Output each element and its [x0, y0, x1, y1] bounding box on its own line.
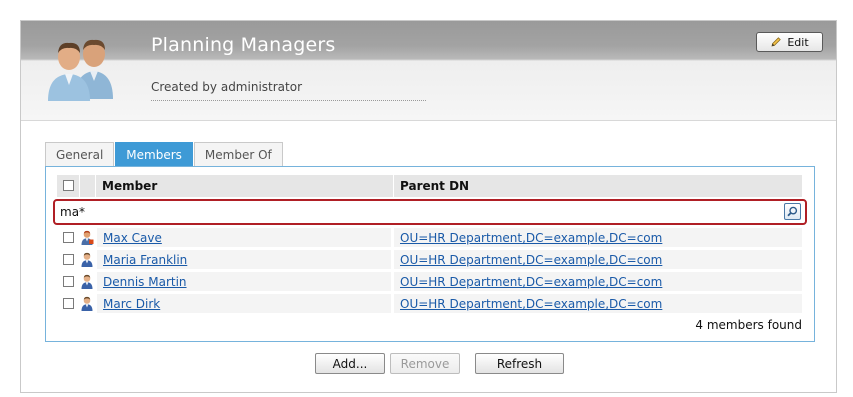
member-filter-box: [53, 199, 807, 225]
column-divider: [393, 175, 394, 197]
table-row: Max Cave OU=HR Department,DC=example,DC=…: [57, 227, 802, 248]
edit-button[interactable]: Edit: [756, 32, 823, 52]
column-header-member[interactable]: Member: [102, 179, 157, 193]
parent-dn-link[interactable]: OU=HR Department,DC=example,DC=com: [400, 275, 662, 289]
table-row: Dennis Martin OU=HR Department,DC=exampl…: [57, 271, 802, 292]
member-cell: Max Cave: [97, 228, 391, 247]
select-all-checkbox[interactable]: [63, 180, 74, 191]
members-table-header: Member Parent DN: [57, 175, 802, 197]
group-title: Planning Managers: [151, 34, 336, 56]
members-found-count: 4 members found: [695, 318, 802, 332]
row-checkbox[interactable]: [63, 298, 74, 309]
user-icon: [81, 296, 93, 311]
user-icon: [81, 274, 93, 289]
user-admin-icon: [81, 230, 94, 245]
member-link[interactable]: Marc Dirk: [103, 297, 160, 311]
member-cell: Maria Franklin: [97, 250, 391, 269]
add-member-button[interactable]: Add...: [315, 353, 385, 374]
parent-dn-link[interactable]: OU=HR Department,DC=example,DC=com: [400, 253, 662, 267]
row-checkbox[interactable]: [63, 254, 74, 265]
subtitle-divider: [151, 100, 426, 101]
user-icon: [81, 252, 93, 267]
parent-dn-link[interactable]: OU=HR Department,DC=example,DC=com: [400, 231, 662, 245]
group-users-icon: [48, 39, 113, 101]
edit-button-label: Edit: [787, 35, 809, 49]
member-link[interactable]: Maria Franklin: [103, 253, 187, 267]
refresh-button[interactable]: Refresh: [475, 353, 564, 374]
member-cell: Marc Dirk: [97, 294, 391, 313]
group-details-panel: Planning Managers Created by administrat…: [20, 20, 837, 393]
member-filter-input[interactable]: [60, 204, 760, 220]
row-checkbox[interactable]: [63, 232, 74, 243]
member-link[interactable]: Max Cave: [103, 231, 162, 245]
parent-dn-cell: OU=HR Department,DC=example,DC=com: [394, 294, 802, 313]
row-checkbox[interactable]: [63, 276, 74, 287]
table-row: Maria Franklin OU=HR Department,DC=examp…: [57, 249, 802, 270]
tab-members[interactable]: Members: [115, 142, 193, 166]
group-header: Planning Managers Created by administrat…: [21, 21, 836, 121]
tab-bar: General Members Member Of: [45, 142, 284, 167]
header-icon-cell: [80, 175, 96, 197]
header-checkbox-cell: [57, 175, 80, 197]
parent-dn-cell: OU=HR Department,DC=example,DC=com: [394, 228, 802, 247]
group-creator-text: Created by administrator: [151, 80, 302, 94]
tab-general[interactable]: General: [45, 142, 115, 166]
remove-member-button[interactable]: Remove: [390, 353, 460, 374]
pencil-icon: [771, 37, 782, 47]
member-cell: Dennis Martin: [97, 272, 391, 291]
tab-member-of[interactable]: Member Of: [193, 142, 283, 166]
members-panel: Member Parent DN M: [45, 166, 815, 342]
table-row: Marc Dirk OU=HR Department,DC=example,DC…: [57, 293, 802, 314]
parent-dn-cell: OU=HR Department,DC=example,DC=com: [394, 250, 802, 269]
parent-dn-link[interactable]: OU=HR Department,DC=example,DC=com: [400, 297, 662, 311]
filter-search-button[interactable]: [784, 203, 801, 220]
parent-dn-cell: OU=HR Department,DC=example,DC=com: [394, 272, 802, 291]
column-header-parent-dn[interactable]: Parent DN: [400, 179, 469, 193]
magnifier-icon: [787, 206, 798, 217]
member-link[interactable]: Dennis Martin: [103, 275, 187, 289]
